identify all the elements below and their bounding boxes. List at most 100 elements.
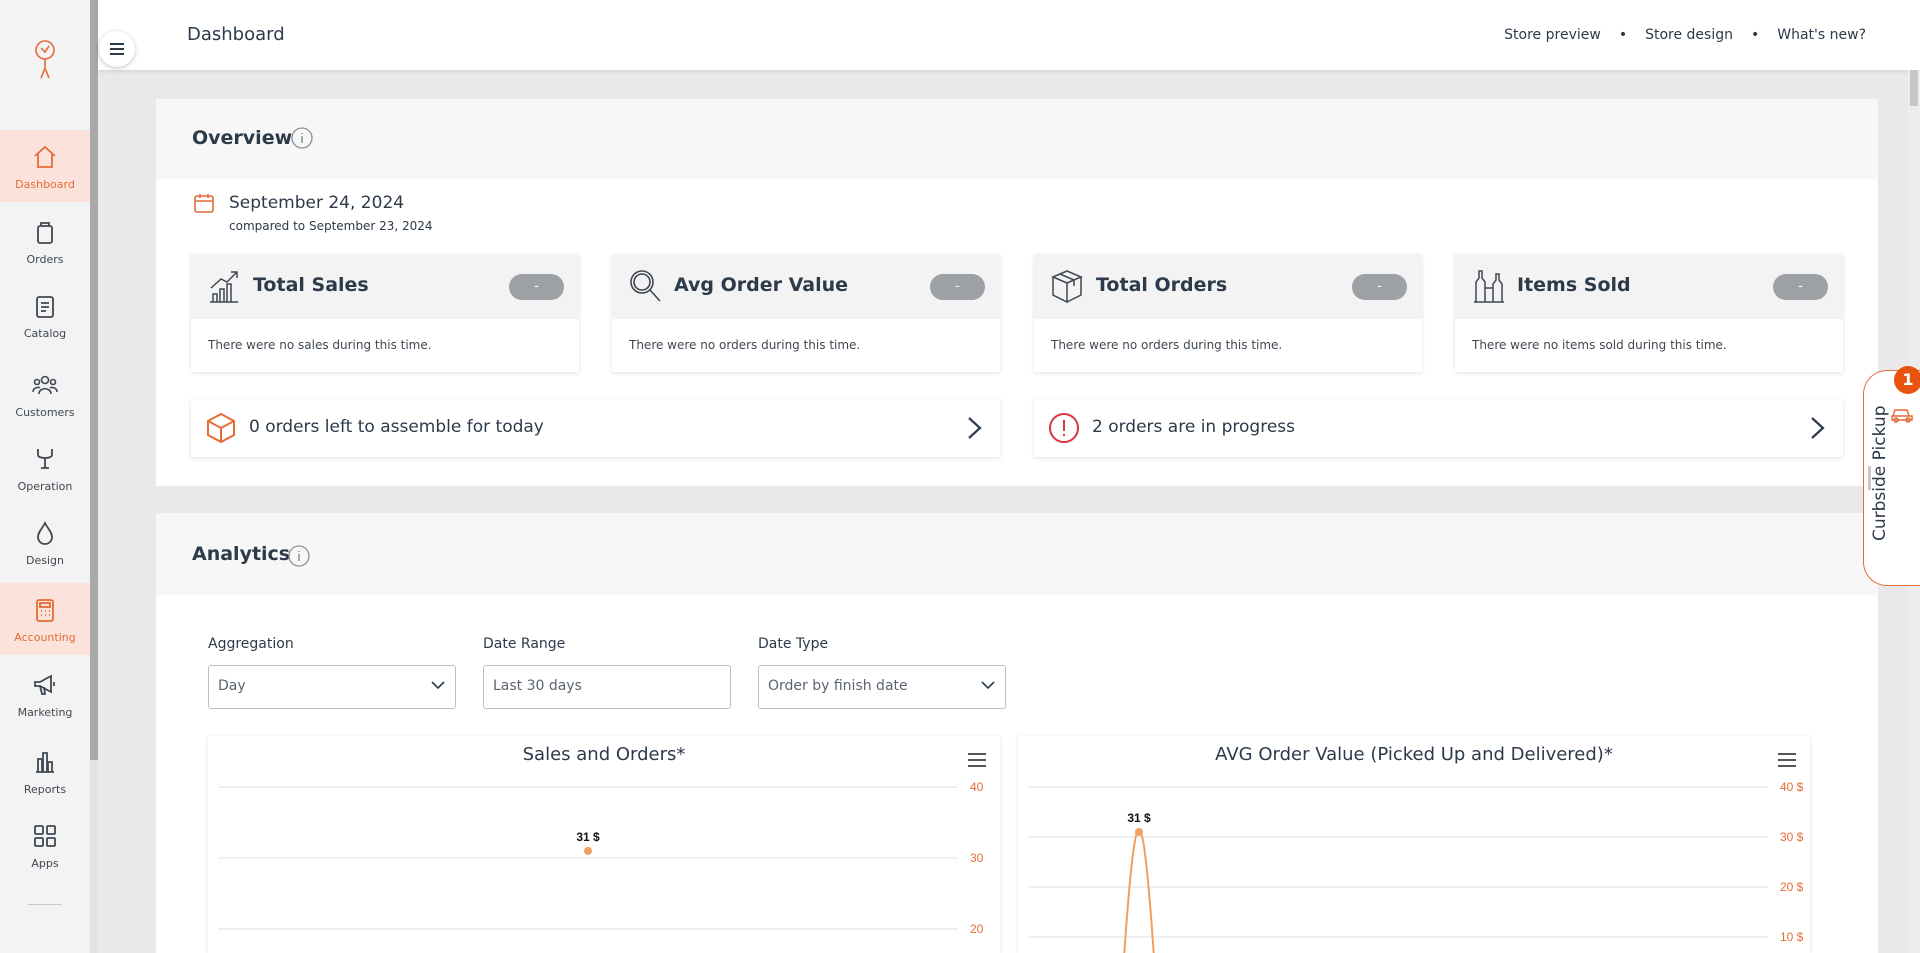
y-tick-label: 40	[970, 780, 984, 794]
sidebar-item-operation[interactable]: Operation	[0, 432, 90, 504]
curbside-drag-handle[interactable]	[1868, 466, 1871, 490]
megaphone-icon	[34, 674, 55, 695]
apps-grid-icon	[34, 825, 56, 847]
aggregation-value: Day	[218, 678, 246, 694]
overview-date: September 24, 2024	[229, 193, 405, 213]
alert-icon	[1049, 413, 1079, 443]
change-badge: -	[509, 274, 564, 300]
sidebar-item-label: Dashboard	[15, 178, 75, 191]
trend-chart-icon	[210, 271, 238, 303]
data-point[interactable]	[584, 846, 592, 855]
series-line	[1123, 830, 1155, 953]
sidebar-item-label: Orders	[26, 253, 64, 266]
sidebar-item-reports[interactable]: Reports	[0, 735, 90, 807]
analytics-header: Analytics	[156, 513, 1878, 595]
sidebar-scrollbar[interactable]	[90, 0, 98, 953]
aggregation-select[interactable]: Day	[208, 665, 456, 709]
sidebar-item-customers[interactable]: Customers	[0, 358, 90, 430]
overview-header: Overview	[156, 99, 1878, 179]
data-label: 31 $	[1127, 811, 1151, 825]
bar-chart-icon	[36, 752, 54, 773]
date-range-label: Date Range	[483, 636, 566, 652]
y-tick-label: 10 $	[1780, 930, 1804, 944]
aggregation-label: Aggregation	[208, 636, 294, 652]
logo-icon	[35, 40, 55, 79]
sales-orders-chart: Sales and Orders* 40 30 20 31 $	[208, 736, 1000, 953]
task-text: 2 orders are in progress	[1092, 417, 1295, 437]
orders-to-assemble-link[interactable]: 0 orders left to assemble for today	[191, 399, 1000, 457]
y-tick-label: 20 $	[1780, 880, 1804, 894]
card-text: There were no orders during this time.	[1051, 338, 1283, 352]
task-text: 0 orders left to assemble for today	[249, 417, 544, 437]
curbside-pickup-tab[interactable]: 1 Curbside Pickup	[1863, 366, 1920, 586]
total-orders-card: Total Orders - There were no orders duri…	[1034, 254, 1422, 372]
home-icon	[34, 145, 56, 168]
date-type-select[interactable]: Order by finish date	[758, 665, 1006, 709]
data-point[interactable]	[1135, 828, 1143, 836]
change-badge: -	[1352, 274, 1407, 300]
hamburger-icon	[110, 43, 124, 55]
info-icon[interactable]	[291, 127, 313, 149]
store-design-link[interactable]: Store design	[1645, 27, 1733, 43]
top-bar: Dashboard Store preview • Store design •…	[98, 0, 1920, 70]
users-icon	[32, 375, 58, 395]
sidebar-item-label: Catalog	[23, 327, 67, 340]
menu-toggle-button[interactable]	[99, 31, 135, 67]
date-range-input[interactable]: Last 30 days	[483, 665, 731, 709]
chart-plot: 40 30 20 31 $	[218, 780, 984, 936]
card-text: There were no items sold during this tim…	[1472, 338, 1727, 352]
car-icon	[1891, 409, 1913, 423]
y-tick-label: 30 $	[1780, 830, 1804, 844]
sidebar-item-orders[interactable]: Orders	[0, 205, 90, 277]
overview-title: Overview	[192, 127, 293, 149]
magnifier-icon	[630, 270, 661, 302]
chart-plot: 40 $ 30 $ 20 $ 10 $ 31 $	[1028, 780, 1804, 953]
whats-new-link[interactable]: What's new?	[1777, 27, 1866, 43]
y-tick-label: 30	[970, 851, 984, 865]
link-separator: •	[1750, 27, 1760, 43]
bag-icon	[37, 222, 53, 244]
chevron-down-icon	[431, 681, 445, 690]
chevron-right-icon	[1811, 417, 1825, 439]
orders-in-progress-link[interactable]: 2 orders are in progress	[1034, 399, 1843, 457]
sidebar-item-catalog[interactable]: Catalog	[0, 279, 90, 351]
sidebar-item-label: Apps	[31, 857, 59, 870]
info-icon[interactable]	[288, 545, 310, 567]
page-scrollbar-thumb[interactable]	[1910, 70, 1918, 106]
card-title: Items Sold	[1517, 274, 1631, 296]
clipboard-icon	[36, 296, 54, 318]
sidebar-item-dashboard[interactable]: Dashboard	[0, 130, 90, 202]
change-badge: -	[930, 274, 985, 300]
avg-order-value-chart: AVG Order Value (Picked Up and Delivered…	[1018, 736, 1810, 953]
operation-icon	[37, 449, 53, 469]
package-icon	[207, 412, 235, 444]
sidebar-item-label: Accounting	[14, 631, 76, 644]
date-type-label: Date Type	[758, 636, 829, 652]
sidebar-item-marketing[interactable]: Marketing	[0, 658, 90, 730]
y-tick-label: 20	[970, 922, 984, 936]
store-preview-link[interactable]: Store preview	[1504, 27, 1601, 43]
sidebar-item-label: Operation	[17, 480, 73, 493]
sidebar-item-label: Marketing	[17, 706, 73, 719]
total-sales-card: Total Sales - There were no sales during…	[191, 254, 579, 372]
date-range-value: Last 30 days	[493, 678, 582, 694]
top-links: Store preview • Store design • What's ne…	[1504, 27, 1866, 43]
sidebar-item-apps[interactable]: Apps	[0, 809, 90, 881]
data-label: 31 $	[576, 830, 600, 844]
curbside-count-badge: 1	[1894, 366, 1920, 394]
items-sold-card: Items Sold - There were no items sold du…	[1455, 254, 1843, 372]
sidebar: Dashboard Orders Catalog Customers Opera…	[0, 0, 90, 953]
calculator-icon	[36, 599, 54, 622]
card-text: There were no orders during this time.	[629, 338, 861, 352]
drops-icon	[37, 520, 53, 545]
card-title: Total Sales	[253, 274, 369, 296]
card-text: There were no sales during this time.	[208, 338, 432, 352]
sidebar-item-accounting[interactable]: Accounting	[0, 583, 90, 655]
sidebar-scrollbar-thumb[interactable]	[90, 0, 98, 760]
chevron-down-icon	[981, 681, 995, 690]
card-title: Total Orders	[1096, 274, 1228, 296]
avg-order-value-card: Avg Order Value - There were no orders d…	[612, 254, 1000, 372]
sidebar-item-design[interactable]: Design	[0, 506, 90, 578]
calendar-icon	[194, 194, 214, 213]
date-type-value: Order by finish date	[768, 678, 908, 694]
